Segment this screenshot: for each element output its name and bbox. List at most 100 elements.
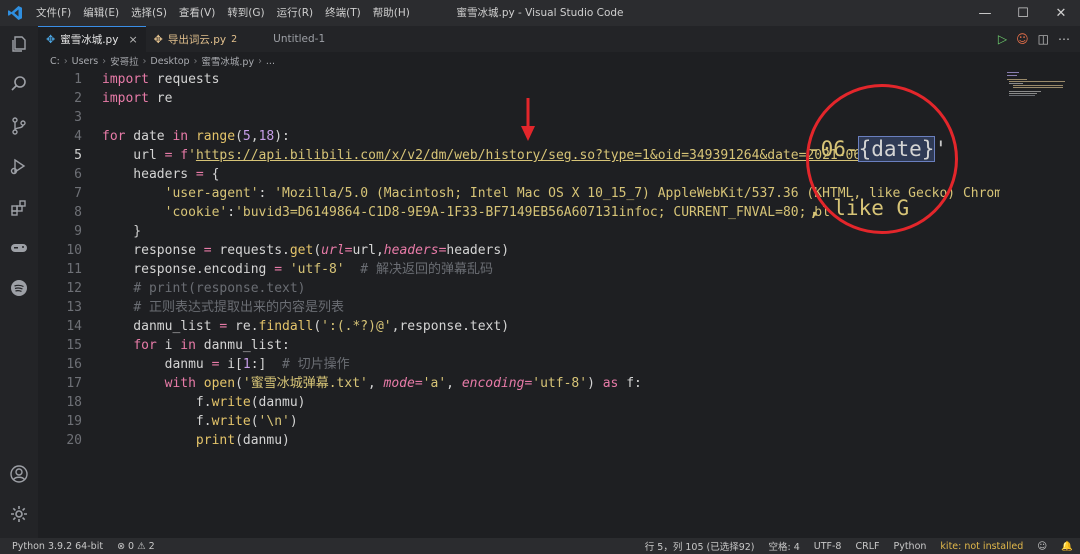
- source-control-icon[interactable]: [7, 114, 31, 138]
- code-token: import: [102, 91, 149, 106]
- minimize-button[interactable]: —: [966, 0, 1004, 26]
- breadcrumb-item[interactable]: 蜜雪冰城.py: [201, 54, 254, 68]
- menu-item[interactable]: 终端(T): [319, 0, 367, 26]
- more-actions-icon[interactable]: ⋯: [1058, 32, 1070, 46]
- tab-label: 导出词云.py: [167, 33, 227, 46]
- minimap[interactable]: [1005, 70, 1065, 100]
- tab-export-wordcloud-py[interactable]: ✥ 导出词云.py 2: [146, 26, 245, 52]
- code-line[interactable]: 11 response.encoding = 'utf-8' # 解决返回的弹幕…: [38, 260, 1000, 279]
- code-line[interactable]: 20 print(danmu): [38, 431, 1000, 450]
- code-line[interactable]: 13 # 正则表达式提取出来的内容是列表: [38, 298, 1000, 317]
- editor-tab-bar: ✥ 蜜雪冰城.py × ✥ 导出词云.py 2 Untitled-1: [38, 26, 1080, 52]
- status-bar: Python 3.9.2 64-bit ⊗ 0 ⚠ 2 行 5，列 105 (已…: [0, 538, 1080, 554]
- breadcrumb-separator-icon: ›: [63, 55, 68, 67]
- feedback-icon[interactable]: ☺: [1030, 541, 1054, 552]
- run-debug-icon[interactable]: [7, 154, 31, 178]
- code-token: # print(response.text): [133, 281, 306, 296]
- cursor-position[interactable]: 行 5，列 105 (已选择92): [638, 539, 762, 553]
- code-line[interactable]: 12 # print(response.text): [38, 279, 1000, 298]
- file-encoding[interactable]: UTF-8: [807, 541, 849, 552]
- code-line[interactable]: 15 for i in danmu_list:: [38, 336, 1000, 355]
- title-bar: 文件(F) 编辑(E) 选择(S) 查看(V) 转到(G) 运行(R) 终端(T) 帮助(H)…: [0, 0, 1080, 26]
- code-token: re.: [227, 319, 259, 334]
- line-number: 14: [66, 319, 82, 334]
- menu-item[interactable]: 编辑(E): [77, 0, 125, 26]
- breadcrumb-item[interactable]: Users: [72, 56, 99, 67]
- extensions-icon[interactable]: [7, 196, 31, 220]
- code-token: }: [102, 224, 142, 239]
- line-number: 12: [66, 281, 82, 296]
- breadcrumb: C: › Users › 安哥拉 › Desktop › 蜜雪冰城.py ›...: [38, 52, 998, 70]
- settings-gear-icon[interactable]: [7, 502, 31, 526]
- breadcrumb-item[interactable]: Desktop: [150, 56, 189, 67]
- code-token: :: [227, 205, 236, 220]
- menu-item[interactable]: 帮助(H): [367, 0, 416, 26]
- python-interpreter[interactable]: Python 3.9.2 64-bit: [0, 541, 110, 552]
- code-line[interactable]: 10 response = requests.get(url=url,heade…: [38, 241, 1000, 260]
- menu-item[interactable]: 转到(G): [221, 0, 270, 26]
- code-line[interactable]: 17 with open('蜜雪冰城弹幕.txt', mode='a', enc…: [38, 374, 1000, 393]
- code-line[interactable]: 19 f.write('\n'): [38, 412, 1000, 431]
- code-token: =: [414, 376, 423, 391]
- code-token: url,: [352, 243, 384, 258]
- line-endings[interactable]: CRLF: [848, 541, 886, 552]
- code-token: danmu_list: [102, 319, 220, 334]
- menu-item[interactable]: 选择(S): [125, 0, 173, 26]
- line-number: 7: [74, 186, 82, 201]
- python-file-icon: ✥: [153, 32, 163, 46]
- problem-count-badge: 2: [231, 33, 238, 45]
- line-number: 2: [74, 91, 82, 106]
- code-token: ,: [367, 376, 384, 391]
- menu-item[interactable]: 查看(V): [173, 0, 221, 26]
- tab-untitled-1[interactable]: Untitled-1: [245, 26, 333, 52]
- menu-item[interactable]: 文件(F): [30, 0, 77, 26]
- gamepad-icon[interactable]: [7, 236, 31, 260]
- language-mode[interactable]: Python: [886, 541, 933, 552]
- code-token: (: [235, 376, 243, 391]
- account-icon[interactable]: [7, 462, 31, 486]
- code-token: print: [195, 433, 236, 448]
- code-token: requests: [148, 72, 220, 87]
- line-number: 9: [74, 224, 82, 239]
- notifications-icon[interactable]: 🔔: [1054, 541, 1080, 552]
- code-token: open: [203, 376, 236, 391]
- vertical-scrollbar[interactable]: [1068, 70, 1080, 538]
- code-line[interactable]: 1 import requests: [38, 70, 1000, 89]
- breadcrumb-item[interactable]: 安哥拉: [110, 54, 139, 68]
- search-icon[interactable]: [7, 72, 31, 96]
- code-token: ): [587, 376, 603, 391]
- tab-label: 蜜雪冰城.py: [60, 34, 119, 46]
- close-window-button[interactable]: ✕: [1042, 0, 1080, 26]
- code-token: ): [289, 414, 298, 429]
- spotify-icon[interactable]: [7, 276, 31, 300]
- split-editor-icon[interactable]: ◫: [1038, 32, 1049, 46]
- explorer-icon[interactable]: [7, 32, 31, 56]
- code-token: date: [125, 129, 173, 144]
- kite-status[interactable]: kite: not installed: [933, 541, 1030, 552]
- code-line[interactable]: 16 danmu = i[1:] # 切片操作: [38, 355, 1000, 374]
- kite-icon[interactable]: ☺: [1016, 32, 1029, 46]
- menu-item[interactable]: 运行(R): [271, 0, 320, 26]
- indentation[interactable]: 空格: 4: [762, 539, 807, 553]
- code-token: =: [195, 167, 204, 182]
- tab-mixue-py[interactable]: ✥ 蜜雪冰城.py ×: [38, 26, 146, 52]
- code-token: import: [102, 72, 149, 87]
- close-tab-icon[interactable]: ×: [128, 33, 137, 46]
- code-token: headers: [102, 167, 196, 182]
- breadcrumb-item[interactable]: ...: [266, 56, 275, 67]
- run-file-icon[interactable]: ▷: [998, 32, 1007, 46]
- problems-indicator[interactable]: ⊗ 0 ⚠ 2: [110, 541, 162, 552]
- code-line[interactable]: 18 f.write(danmu): [38, 393, 1000, 412]
- code-token: 'utf-8': [289, 262, 345, 277]
- code-token: i[: [219, 357, 243, 372]
- code-token: # 解决返回的弹幕乱码: [360, 262, 493, 277]
- code-line[interactable]: 14 danmu_list = re.findall(':(.*?)@',res…: [38, 317, 1000, 336]
- line-number: 16: [66, 357, 82, 372]
- breadcrumb-item[interactable]: C:: [50, 56, 60, 67]
- code-token: (: [250, 414, 259, 429]
- maximize-button[interactable]: ☐: [1004, 0, 1042, 26]
- code-token: 1: [242, 357, 251, 372]
